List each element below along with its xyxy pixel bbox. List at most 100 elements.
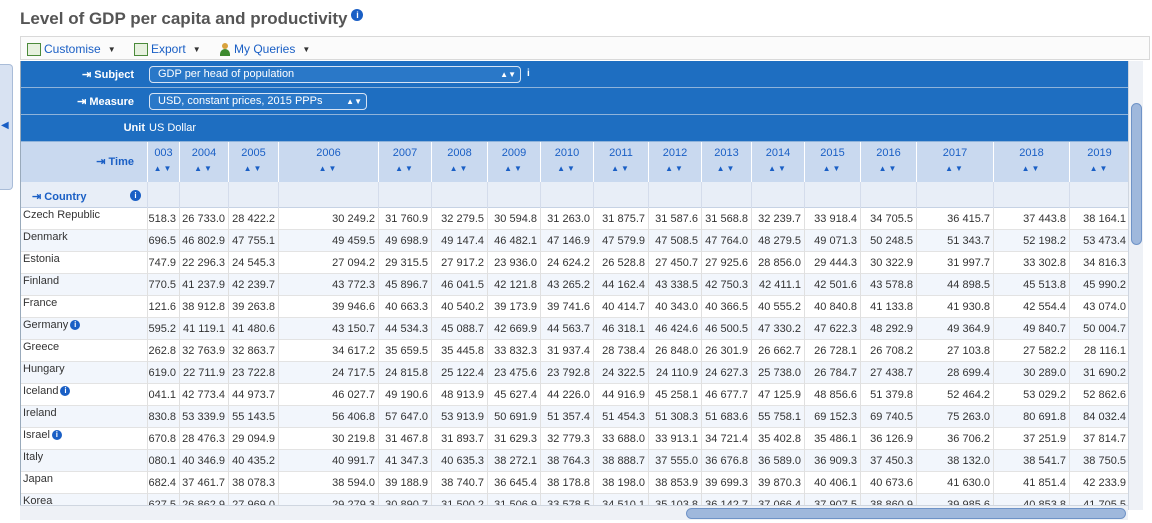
table-cell: 49 071.3 (804, 230, 860, 252)
header-spacer-cell (993, 182, 1069, 208)
vertical-scrollbar[interactable] (1128, 61, 1143, 510)
export-menu[interactable]: Export ▼ (134, 41, 201, 57)
table-cell: 32 239.7 (751, 208, 804, 230)
year-column-header[interactable]: 2014 ▲▼ (751, 142, 804, 182)
table-row: Japan 682.4 37 461.7 38 078.3 38 594.0 39 188… (21, 472, 1128, 494)
sort-arrows-icon[interactable]: ▲▼ (805, 164, 860, 173)
year-column-header[interactable]: 2019 ▲▼ (1069, 142, 1128, 182)
country-name-text: Hungary (23, 363, 65, 375)
table-cell: 43 578.8 (860, 274, 916, 296)
table-cell: 38 132.0 (916, 450, 993, 472)
table-cell: 40 540.2 (431, 296, 487, 318)
year-column-header[interactable]: 2015 ▲▼ (804, 142, 860, 182)
table-cell: 38 594.0 (278, 472, 378, 494)
year-column-header[interactable]: 2011 ▲▼ (593, 142, 648, 182)
sort-arrows-icon[interactable]: ▲▼ (752, 164, 804, 173)
table-row: Germany i 595.2 41 119.1 41 480.6 43 150.7 44 … (21, 318, 1128, 340)
table-cell: 45 088.7 (431, 318, 487, 340)
table-cell: 26 662.7 (751, 340, 804, 362)
table-cell: 595.2 (147, 318, 179, 340)
table-cell: 37 555.0 (648, 450, 701, 472)
my-queries-menu[interactable]: My Queries ▼ (219, 41, 310, 57)
sort-arrows-icon[interactable]: ▲▼ (148, 164, 179, 173)
country-name-text: Japan (23, 473, 53, 485)
table-cell: 41 480.6 (228, 318, 278, 340)
sort-arrows-icon[interactable]: ▲▼ (432, 164, 487, 173)
table-cell: 38 888.7 (593, 450, 648, 472)
sort-arrows-icon[interactable]: ▲▼ (1070, 164, 1128, 173)
sort-arrows-icon[interactable]: ▲▼ (379, 164, 431, 173)
sort-arrows-icon[interactable]: ▲▼ (917, 164, 993, 173)
subject-label: ⇥ Subject (81, 69, 134, 81)
year-column-header[interactable]: 2005 ▲▼ (228, 142, 278, 182)
year-column-header[interactable]: 2007 ▲▼ (378, 142, 431, 182)
table-cell: 26 848.0 (648, 340, 701, 362)
table-cell: 45 896.7 (378, 274, 431, 296)
table-cell: 55 143.5 (228, 406, 278, 428)
info-icon[interactable]: i (351, 9, 364, 21)
year-column-header[interactable]: 003 ▲▼ (147, 142, 179, 182)
side-panel-toggle[interactable]: ◀ (0, 64, 13, 190)
table-cell: 31 937.4 (540, 340, 593, 362)
header-spacer-cell (228, 182, 278, 208)
table-cell: 40 991.7 (278, 450, 378, 472)
year-label: 2006 (316, 147, 341, 159)
header-spacer-cell (1069, 182, 1128, 208)
customise-menu[interactable]: Customise ▼ (27, 41, 116, 57)
country-name-text: Czech Republic (23, 209, 101, 221)
sort-arrows-icon[interactable]: ▲▼ (594, 164, 648, 173)
measure-row: ⇥ Measure USD, constant prices, 2015 PPP… (21, 88, 1128, 115)
header-spacer-cell (648, 182, 701, 208)
year-label: 2012 (662, 147, 688, 159)
year-column-header[interactable]: 2006 ▲▼ (278, 142, 378, 182)
table-cell: 39 699.3 (701, 472, 751, 494)
info-icon[interactable]: i (70, 320, 81, 331)
table-cell: 50 004.7 (1069, 318, 1128, 340)
sort-arrows-icon[interactable]: ▲▼ (994, 164, 1069, 173)
subject-info-icon[interactable]: i (527, 68, 530, 79)
table-cell: 33 302.8 (993, 252, 1069, 274)
table-cell: 41 347.3 (378, 450, 431, 472)
info-icon[interactable]: i (60, 386, 71, 397)
table-cell: 22 711.9 (179, 362, 228, 384)
subject-select[interactable]: GDP per head of population ▲▼ (149, 66, 521, 83)
year-column-header[interactable]: 2016 ▲▼ (860, 142, 916, 182)
table-cell: 682.4 (147, 472, 179, 494)
time-header-row: ⇥ Time 003 ▲▼ 2004 ▲▼ 2005 ▲▼ 2006 ▲▼ 2007 ▲▼ 2008… (21, 142, 1128, 182)
year-label: 2008 (447, 147, 472, 159)
sort-arrows-icon[interactable]: ▲▼ (649, 164, 701, 173)
table-cell: 37 443.8 (993, 208, 1069, 230)
vertical-scroll-thumb[interactable] (1131, 103, 1142, 245)
year-column-header[interactable]: 2017 ▲▼ (916, 142, 993, 182)
horizontal-scrollbar[interactable] (20, 505, 1128, 520)
country-name-text: Israel (23, 429, 50, 441)
year-column-header[interactable]: 2004 ▲▼ (179, 142, 228, 182)
table-cell: 47 579.9 (593, 230, 648, 252)
sort-arrows-icon[interactable]: ▲▼ (180, 164, 228, 173)
horizontal-scroll-thumb[interactable] (686, 508, 1126, 519)
table-cell: 830.8 (147, 406, 179, 428)
year-label: 2007 (392, 147, 418, 159)
table-cell: 45 258.1 (648, 384, 701, 406)
table-cell: 46 802.9 (179, 230, 228, 252)
sort-arrows-icon[interactable]: ▲▼ (488, 164, 540, 173)
sort-arrows-icon[interactable]: ▲▼ (702, 164, 751, 173)
my-queries-label: My Queries (234, 42, 296, 56)
year-column-header[interactable]: 2012 ▲▼ (648, 142, 701, 182)
year-column-header[interactable]: 2008 ▲▼ (431, 142, 487, 182)
country-name-text: Estonia (23, 253, 60, 265)
country-info-icon[interactable]: i (130, 190, 141, 201)
year-column-header[interactable]: 2010 ▲▼ (540, 142, 593, 182)
sort-arrows-icon[interactable]: ▲▼ (279, 164, 378, 173)
sort-arrows-icon[interactable]: ▲▼ (861, 164, 916, 173)
table-cell: 32 779.3 (540, 428, 593, 450)
year-column-header[interactable]: 2009 ▲▼ (487, 142, 540, 182)
sort-arrows-icon[interactable]: ▲▼ (229, 164, 278, 173)
year-column-header[interactable]: 2018 ▲▼ (993, 142, 1069, 182)
year-column-header[interactable]: 2013 ▲▼ (701, 142, 751, 182)
table-cell: 39 173.9 (487, 296, 540, 318)
measure-select[interactable]: USD, constant prices, 2015 PPPs ▲▼ (149, 93, 367, 110)
sort-arrows-icon[interactable]: ▲▼ (541, 164, 593, 173)
info-icon[interactable]: i (51, 430, 62, 441)
table-cell: 75 263.0 (916, 406, 993, 428)
